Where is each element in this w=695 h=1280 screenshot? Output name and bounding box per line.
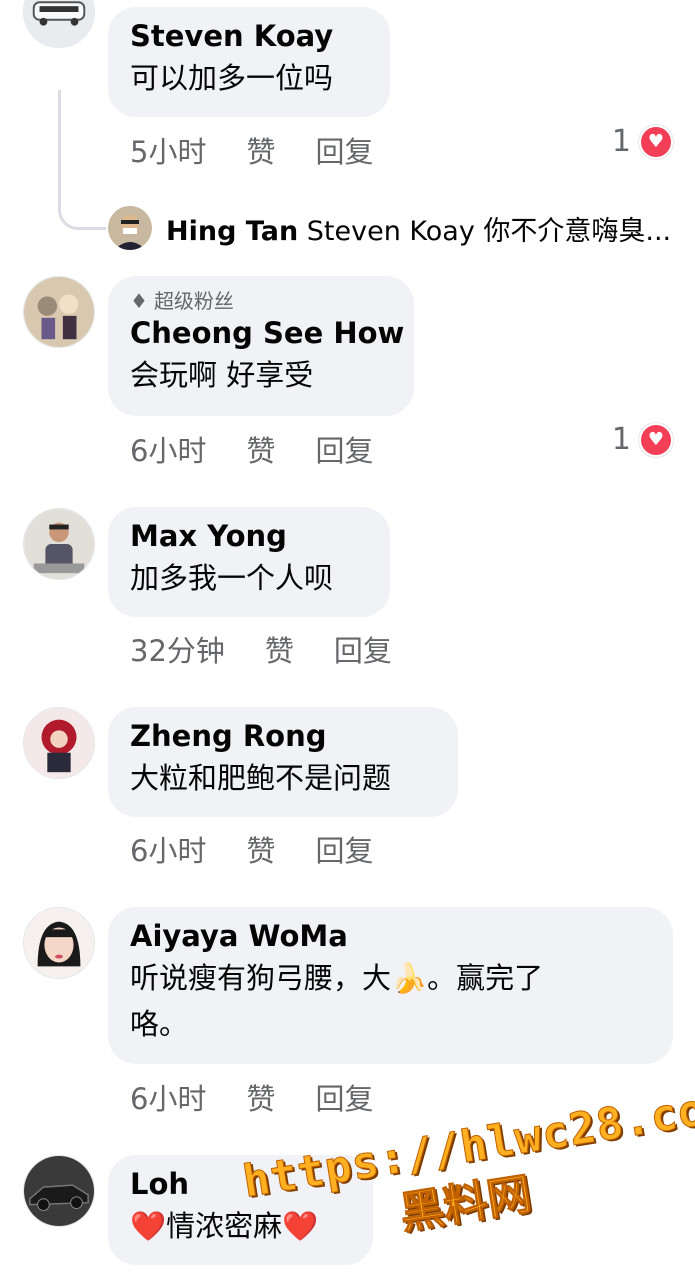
comment-time: 32分钟	[130, 634, 225, 668]
comment-time: 6小时	[130, 1082, 207, 1116]
avatar-aiyaya-woma[interactable]	[23, 907, 95, 979]
comment-text: 加多我一个人呗	[130, 561, 334, 595]
comment-text: 可以加多一位吗	[130, 61, 334, 95]
reaction-count[interactable]: 1 ♥	[612, 422, 673, 457]
comment-bubble[interactable]: Max Yong 加多我一个人呗	[108, 507, 390, 617]
commenter-name[interactable]: Aiyaya WoMa	[130, 917, 651, 955]
comment-bubble[interactable]: ♦ 超级粉丝 Cheong See How 会玩啊 好享受	[108, 276, 414, 416]
like-button[interactable]: 赞	[246, 828, 275, 870]
comment-time: 6小时	[130, 834, 207, 868]
avatar-loh[interactable]	[23, 1155, 95, 1227]
thread-connector-line	[58, 90, 106, 230]
comment-bubble[interactable]: Zheng Rong 大粒和肥鲍不是问题	[108, 707, 458, 817]
reply-button[interactable]: 回复	[315, 1076, 373, 1118]
badge-label: 超级粉丝	[153, 289, 234, 313]
commenter-name[interactable]: Max Yong	[130, 517, 368, 555]
commenter-name[interactable]: Cheong See How	[130, 314, 404, 352]
avatar-max-yong[interactable]	[23, 508, 95, 580]
like-button[interactable]: 赞	[265, 628, 294, 670]
comment-text-line-2: 咯。	[130, 1007, 189, 1041]
avatar-zheng-rong[interactable]	[23, 707, 95, 779]
comment-meta: 6小时 赞 回复	[130, 1077, 413, 1117]
comment-text: 会玩啊 好享受	[130, 358, 314, 392]
reply-author[interactable]: Hing Tan	[166, 216, 298, 247]
heart-icon: ♥	[639, 422, 673, 457]
like-button[interactable]: 赞	[246, 129, 275, 171]
diamond-icon: ♦	[130, 289, 148, 313]
super-fan-badge: ♦ 超级粉丝	[130, 288, 392, 314]
avatar-steven-koay[interactable]	[23, 0, 95, 48]
reply-button[interactable]: 回复	[315, 428, 373, 470]
reaction-count[interactable]: 1 ♥	[612, 124, 673, 159]
reply-preview[interactable]: Hing Tan Steven Koay 你不介意嗨臭...	[108, 206, 671, 250]
avatar-cheong-see-how[interactable]	[23, 276, 95, 348]
avatar-hing-tan[interactable]	[108, 206, 152, 250]
comment-meta: 5小时 赞 回复	[130, 130, 413, 170]
commenter-name[interactable]: Steven Koay	[130, 17, 368, 55]
reply-button[interactable]: 回复	[315, 828, 373, 870]
comment-time: 6小时	[130, 434, 207, 468]
comment-meta: 6小时 赞 回复	[130, 429, 413, 469]
comment-time: 5小时	[130, 135, 207, 169]
like-button[interactable]: 赞	[246, 1076, 275, 1118]
comment-meta: 6小时 赞 回复	[130, 829, 413, 869]
like-button[interactable]: 赞	[246, 428, 275, 470]
reply-snippet: Steven Koay 你不介意嗨臭...	[306, 215, 672, 247]
commenter-name[interactable]: Zheng Rong	[130, 717, 436, 755]
comment-bubble[interactable]: Aiyaya WoMa 听说瘦有狗弓腰，大🍌。赢完了 咯。	[108, 907, 673, 1064]
comment-bubble[interactable]: Steven Koay 可以加多一位吗	[108, 7, 390, 117]
comment-text-line-1: 听说瘦有狗弓腰，大🍌。赢完了	[130, 961, 544, 995]
comment-meta: 32分钟 赞 回复	[130, 629, 432, 669]
reaction-number: 1	[611, 422, 631, 457]
reply-button[interactable]: 回复	[315, 129, 373, 171]
heart-icon: ♥	[639, 124, 673, 159]
reply-button[interactable]: 回复	[334, 628, 392, 670]
reaction-number: 1	[611, 124, 631, 159]
comment-text: 大粒和肥鲍不是问题	[130, 761, 392, 795]
